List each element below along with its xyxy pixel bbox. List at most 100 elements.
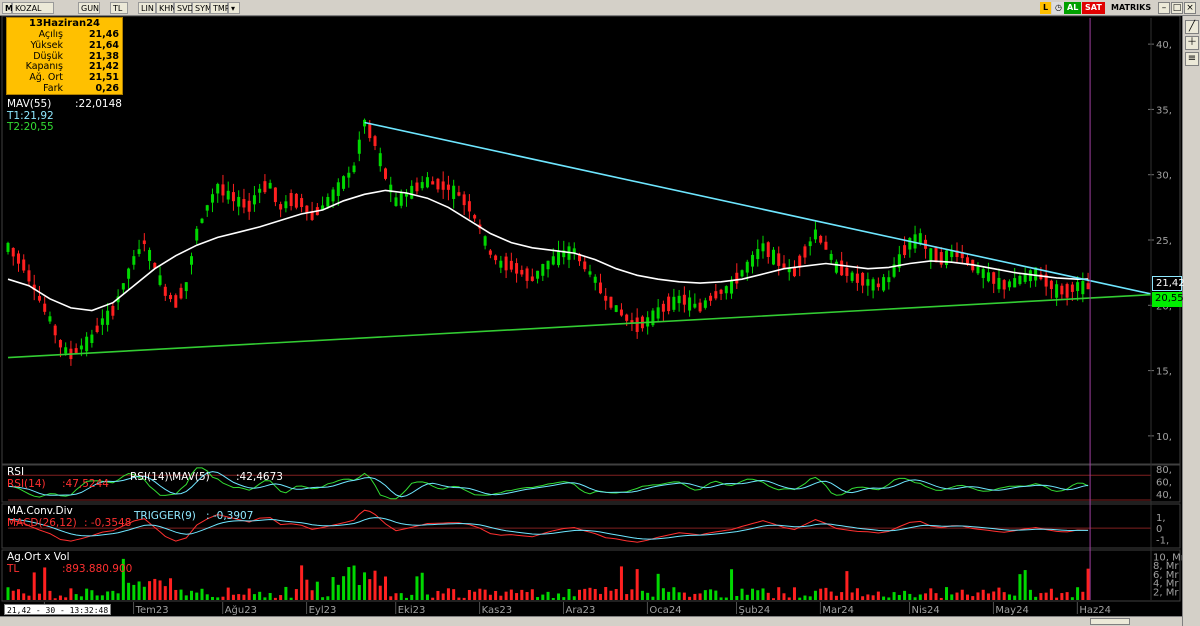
volume-bar [363, 572, 367, 600]
candle-body [48, 316, 52, 322]
volume-bar [494, 590, 498, 600]
volume-bar [336, 584, 340, 600]
candle-body [751, 254, 755, 267]
macd-tick-label: -1, [1156, 535, 1169, 546]
scrollbar-thumb[interactable] [1090, 618, 1130, 625]
volume-bar [981, 589, 985, 600]
currency-selector[interactable]: TL [110, 2, 128, 14]
volume-bar [310, 590, 314, 600]
buy-button[interactable]: AL [1064, 2, 1082, 14]
candle-body [127, 268, 131, 279]
close-icon[interactable]: × [1184, 2, 1196, 14]
volume-bar [247, 588, 251, 600]
zoom-icon[interactable]: ＋ [1185, 36, 1199, 50]
volume-bar [221, 596, 225, 600]
candle-body [756, 249, 760, 260]
rsi-label: RSI(14) [7, 478, 46, 490]
candle-body [284, 201, 288, 209]
volume-bar [195, 592, 199, 600]
volume-bar [216, 597, 220, 600]
volume-bar [1018, 574, 1022, 600]
lock-badge[interactable]: L [1040, 2, 1052, 14]
candle-body [871, 279, 875, 291]
candle-body [855, 273, 859, 283]
candle-body [939, 252, 943, 265]
volume-bar [771, 598, 775, 600]
volume-bar [289, 597, 293, 600]
candle-body [557, 250, 561, 266]
volume-bar [604, 587, 608, 600]
candle-body [53, 325, 57, 336]
volume-bar [945, 587, 949, 600]
volume-bar [357, 584, 361, 600]
volume-bar [237, 594, 241, 600]
volume-bar [389, 596, 393, 600]
candle-body [85, 336, 89, 352]
volume-bar [756, 590, 760, 600]
minimize-icon[interactable]: – [1158, 2, 1170, 14]
x-tick-label: Ara23 [566, 605, 596, 616]
volume-bar [766, 592, 770, 600]
dropdown-icon[interactable]: ▾ [228, 2, 240, 14]
candle-body [441, 181, 445, 190]
symbol-selector[interactable]: KOZAL [12, 2, 54, 14]
candle-body [467, 201, 471, 212]
candle-body [79, 345, 83, 350]
volume-bar [137, 581, 141, 600]
volume-bar [16, 589, 20, 600]
volume-bar [677, 592, 681, 600]
chart-canvas[interactable]: 40,35,30,25,20,15,10, 80,60,40, 1,0-1, 1… [0, 0, 1182, 616]
candle-body [74, 348, 78, 353]
candle-body [866, 279, 870, 286]
khn-button[interactable]: KHN [156, 2, 176, 14]
volume-bar [321, 597, 325, 600]
volume-bar [924, 593, 928, 600]
candle-body [373, 136, 377, 146]
volume-bar [536, 597, 540, 600]
volume-bar [515, 593, 519, 600]
volume-bar [1034, 596, 1038, 600]
volume-bar [682, 592, 686, 600]
volume-bar [572, 596, 576, 600]
candle-body [714, 291, 718, 299]
volume-bar [111, 590, 115, 600]
candle-body [1081, 280, 1085, 295]
volume-bar [399, 593, 403, 600]
candle-body [808, 241, 812, 247]
candle-body [184, 282, 188, 292]
candle-body [541, 264, 545, 276]
sell-button[interactable]: SAT [1082, 2, 1105, 14]
volume-bar [64, 597, 68, 600]
candle-body [509, 260, 513, 270]
candle-body [294, 193, 298, 208]
candle-body [813, 229, 817, 240]
svd-button[interactable]: SVD [174, 2, 194, 14]
candle-body [158, 275, 162, 285]
chart-type-icon[interactable]: M [2, 2, 13, 14]
volume-bar [483, 589, 487, 600]
tmp-button[interactable]: TMP [210, 2, 230, 14]
volume-bar [834, 595, 838, 600]
volume-bar [142, 586, 146, 600]
mav-value: :22,0148 [75, 98, 122, 110]
sym-button[interactable]: SYM [192, 2, 212, 14]
draw-line-icon[interactable]: ╱ [1185, 20, 1199, 34]
volume-bar [384, 576, 388, 600]
volume-bar [1013, 595, 1017, 600]
x-tick-label: May24 [995, 605, 1028, 616]
volume-bar [903, 590, 907, 600]
volume-bar [273, 597, 277, 600]
indicator-icon[interactable]: ≡ [1185, 52, 1199, 66]
candle-body [169, 295, 173, 300]
info-row: Fark 0,26 [7, 83, 122, 95]
candle-body [1028, 270, 1032, 282]
scale-selector[interactable]: LIN [138, 2, 156, 14]
period-selector[interactable]: GUN [78, 2, 100, 14]
volume-bar [887, 597, 891, 600]
candle-body [394, 197, 398, 206]
candle-body [740, 270, 744, 277]
restore-icon[interactable]: □ [1171, 2, 1183, 14]
volume-bar [263, 597, 267, 600]
horizontal-scrollbar[interactable] [0, 616, 1182, 626]
volume-bar [551, 597, 555, 600]
